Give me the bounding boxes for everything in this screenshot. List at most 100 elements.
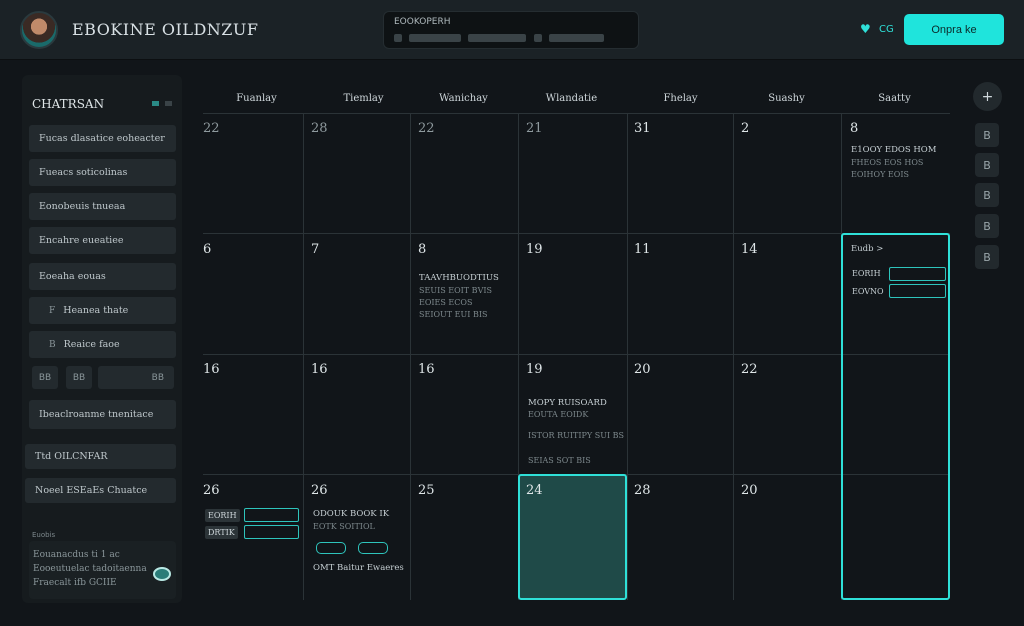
event-detail[interactable]: OMT Baitur Ewaeres bbox=[313, 563, 404, 573]
sidebar-footer: Eouanacdus ti 1 ac Eooeutuelac tadoitaen… bbox=[29, 541, 176, 599]
heart-icon[interactable]: ♥ bbox=[860, 23, 874, 35]
search-skeleton bbox=[409, 34, 461, 42]
sidebar-item[interactable]: Ttd OILCNFAR bbox=[25, 444, 176, 469]
footer-line: Eooeutuelac tadoitaenna bbox=[33, 564, 147, 574]
date-number[interactable]: 8 bbox=[418, 242, 426, 257]
rail-button[interactable]: B bbox=[975, 214, 999, 238]
date-number[interactable]: 26 bbox=[203, 483, 220, 498]
day-header: Wanichay bbox=[439, 93, 488, 104]
day-header: Tiemlay bbox=[343, 93, 384, 104]
rail-button[interactable]: B bbox=[975, 153, 999, 177]
field-input[interactable] bbox=[889, 284, 946, 298]
grid-line bbox=[733, 113, 734, 600]
event-title[interactable]: E1OOY EDOS HOM bbox=[851, 145, 936, 155]
sidebar-title: CHATRSAN bbox=[32, 97, 105, 111]
search-label: EOOKOPERH bbox=[394, 17, 451, 27]
grid-line bbox=[303, 113, 304, 600]
sidebar-item[interactable]: Fueacs soticolinas bbox=[29, 159, 176, 186]
sidebar-chip[interactable]: BB bbox=[32, 366, 58, 389]
event-detail: SEIAS SOT BIS bbox=[528, 456, 591, 465]
item-icon: F bbox=[49, 305, 56, 316]
date-number[interactable]: 28 bbox=[311, 121, 328, 136]
date-number[interactable]: 6 bbox=[203, 242, 211, 257]
sidebar-toggle-icon[interactable] bbox=[152, 101, 159, 106]
app-title: EBOKINE OILDNZUF bbox=[72, 20, 259, 39]
date-number[interactable]: 8 bbox=[850, 121, 858, 136]
field-label: DRTIK bbox=[205, 526, 238, 539]
event-title[interactable]: ODOUK BOOK IK bbox=[313, 509, 389, 519]
search-input[interactable]: EOOKOPERH bbox=[383, 11, 639, 49]
date-number[interactable]: 19 bbox=[526, 362, 543, 377]
field-label: EORIH bbox=[852, 269, 881, 278]
event-detail: FHEOS EOS HOS bbox=[851, 158, 924, 167]
day-header: Fhelay bbox=[663, 93, 698, 104]
grid-line bbox=[203, 354, 950, 355]
date-number[interactable]: 14 bbox=[741, 242, 758, 257]
date-number[interactable]: 7 bbox=[311, 242, 319, 257]
date-number[interactable]: 20 bbox=[741, 483, 758, 498]
field-label: EORIH bbox=[205, 509, 240, 522]
event-detail: EOIES ECOS bbox=[419, 298, 473, 307]
add-button[interactable]: + bbox=[973, 82, 1002, 111]
field-input[interactable] bbox=[889, 267, 946, 281]
rail-button[interactable]: B bbox=[975, 183, 999, 207]
footer-line: Eouanacdus ti 1 ac bbox=[33, 550, 120, 560]
eye-icon[interactable] bbox=[153, 567, 171, 581]
avatar[interactable] bbox=[20, 11, 58, 49]
date-number[interactable]: 19 bbox=[526, 242, 543, 257]
event-title[interactable]: TAAVHBUODTIUS bbox=[419, 273, 499, 283]
field-label: EOVNO bbox=[852, 287, 884, 296]
search-skeleton bbox=[549, 34, 604, 42]
grid-line bbox=[410, 113, 411, 600]
date-number[interactable]: 24 bbox=[526, 483, 543, 498]
grid-line bbox=[203, 233, 950, 234]
event-detail: EOUTA EOIDK bbox=[528, 410, 589, 419]
date-number[interactable]: 16 bbox=[203, 362, 220, 377]
search-skeleton bbox=[468, 34, 526, 42]
field-input[interactable] bbox=[244, 508, 299, 522]
date-number[interactable]: 16 bbox=[311, 362, 328, 377]
date-number[interactable]: 28 bbox=[634, 483, 651, 498]
day-header: Fuanlay bbox=[236, 93, 277, 104]
sidebar-item[interactable]: Eonobeuis tnueaa bbox=[29, 193, 176, 220]
sidebar-item[interactable]: F Heanea thate bbox=[29, 297, 176, 324]
event-title[interactable]: Eudb > bbox=[851, 244, 883, 254]
event-detail: EOIHOY EOIS bbox=[851, 170, 909, 179]
date-number[interactable]: 25 bbox=[418, 483, 435, 498]
calendar-grid: Fuanlay Tiemlay Wanichay Wlandatie Fhela… bbox=[203, 85, 950, 600]
sidebar-toggle-icon[interactable] bbox=[165, 101, 172, 106]
field-input[interactable] bbox=[244, 525, 299, 539]
sidebar-item[interactable]: Ibeaclroanme tnenitace bbox=[29, 400, 176, 429]
sidebar-chip[interactable]: BB bbox=[98, 366, 174, 389]
primary-button[interactable]: Onpra ke bbox=[904, 14, 1004, 45]
day-header: Suashy bbox=[768, 93, 805, 104]
date-number[interactable]: 21 bbox=[526, 121, 543, 136]
sidebar: CHATRSAN Fucas dlasatice eoheacter Fueac… bbox=[22, 75, 182, 603]
date-number[interactable]: 22 bbox=[741, 362, 758, 377]
date-number[interactable]: 11 bbox=[634, 242, 651, 257]
event-detail: SEIOUT EUI BIS bbox=[419, 310, 488, 319]
event-detail: SEUIS EOIT BVIS bbox=[419, 286, 492, 295]
date-number[interactable]: 2 bbox=[741, 121, 749, 136]
date-number[interactable]: 22 bbox=[418, 121, 435, 136]
sidebar-item[interactable]: Eoeaha eouas bbox=[29, 263, 176, 290]
date-number[interactable]: 16 bbox=[418, 362, 435, 377]
sidebar-item[interactable]: Fucas dlasatice eoheacter bbox=[29, 125, 176, 152]
sidebar-item[interactable]: Encahre eueatiee bbox=[29, 227, 176, 254]
top-bar: EBOKINE OILDNZUF EOOKOPERH ♥ CG Onpra ke bbox=[0, 0, 1024, 60]
sidebar-chip[interactable]: BB bbox=[66, 366, 92, 389]
toggle-pill[interactable] bbox=[316, 542, 346, 554]
rail-button[interactable]: B bbox=[975, 245, 999, 269]
toggle-pill[interactable] bbox=[358, 542, 388, 554]
rail-button[interactable]: B bbox=[975, 123, 999, 147]
date-number[interactable]: 31 bbox=[634, 121, 651, 136]
event-title[interactable]: MOPY RUISOARD bbox=[528, 398, 607, 408]
date-number[interactable]: 22 bbox=[203, 121, 220, 136]
sidebar-item[interactable]: Noeel ESEaEs Chuatce bbox=[25, 478, 176, 503]
search-skeleton bbox=[534, 34, 542, 42]
date-number[interactable]: 26 bbox=[311, 483, 328, 498]
sidebar-item[interactable]: B Reaice faoe bbox=[29, 331, 176, 358]
footer-line: Fraecalt ifb GCIIE bbox=[33, 578, 117, 588]
item-icon: B bbox=[49, 339, 56, 350]
date-number[interactable]: 20 bbox=[634, 362, 651, 377]
